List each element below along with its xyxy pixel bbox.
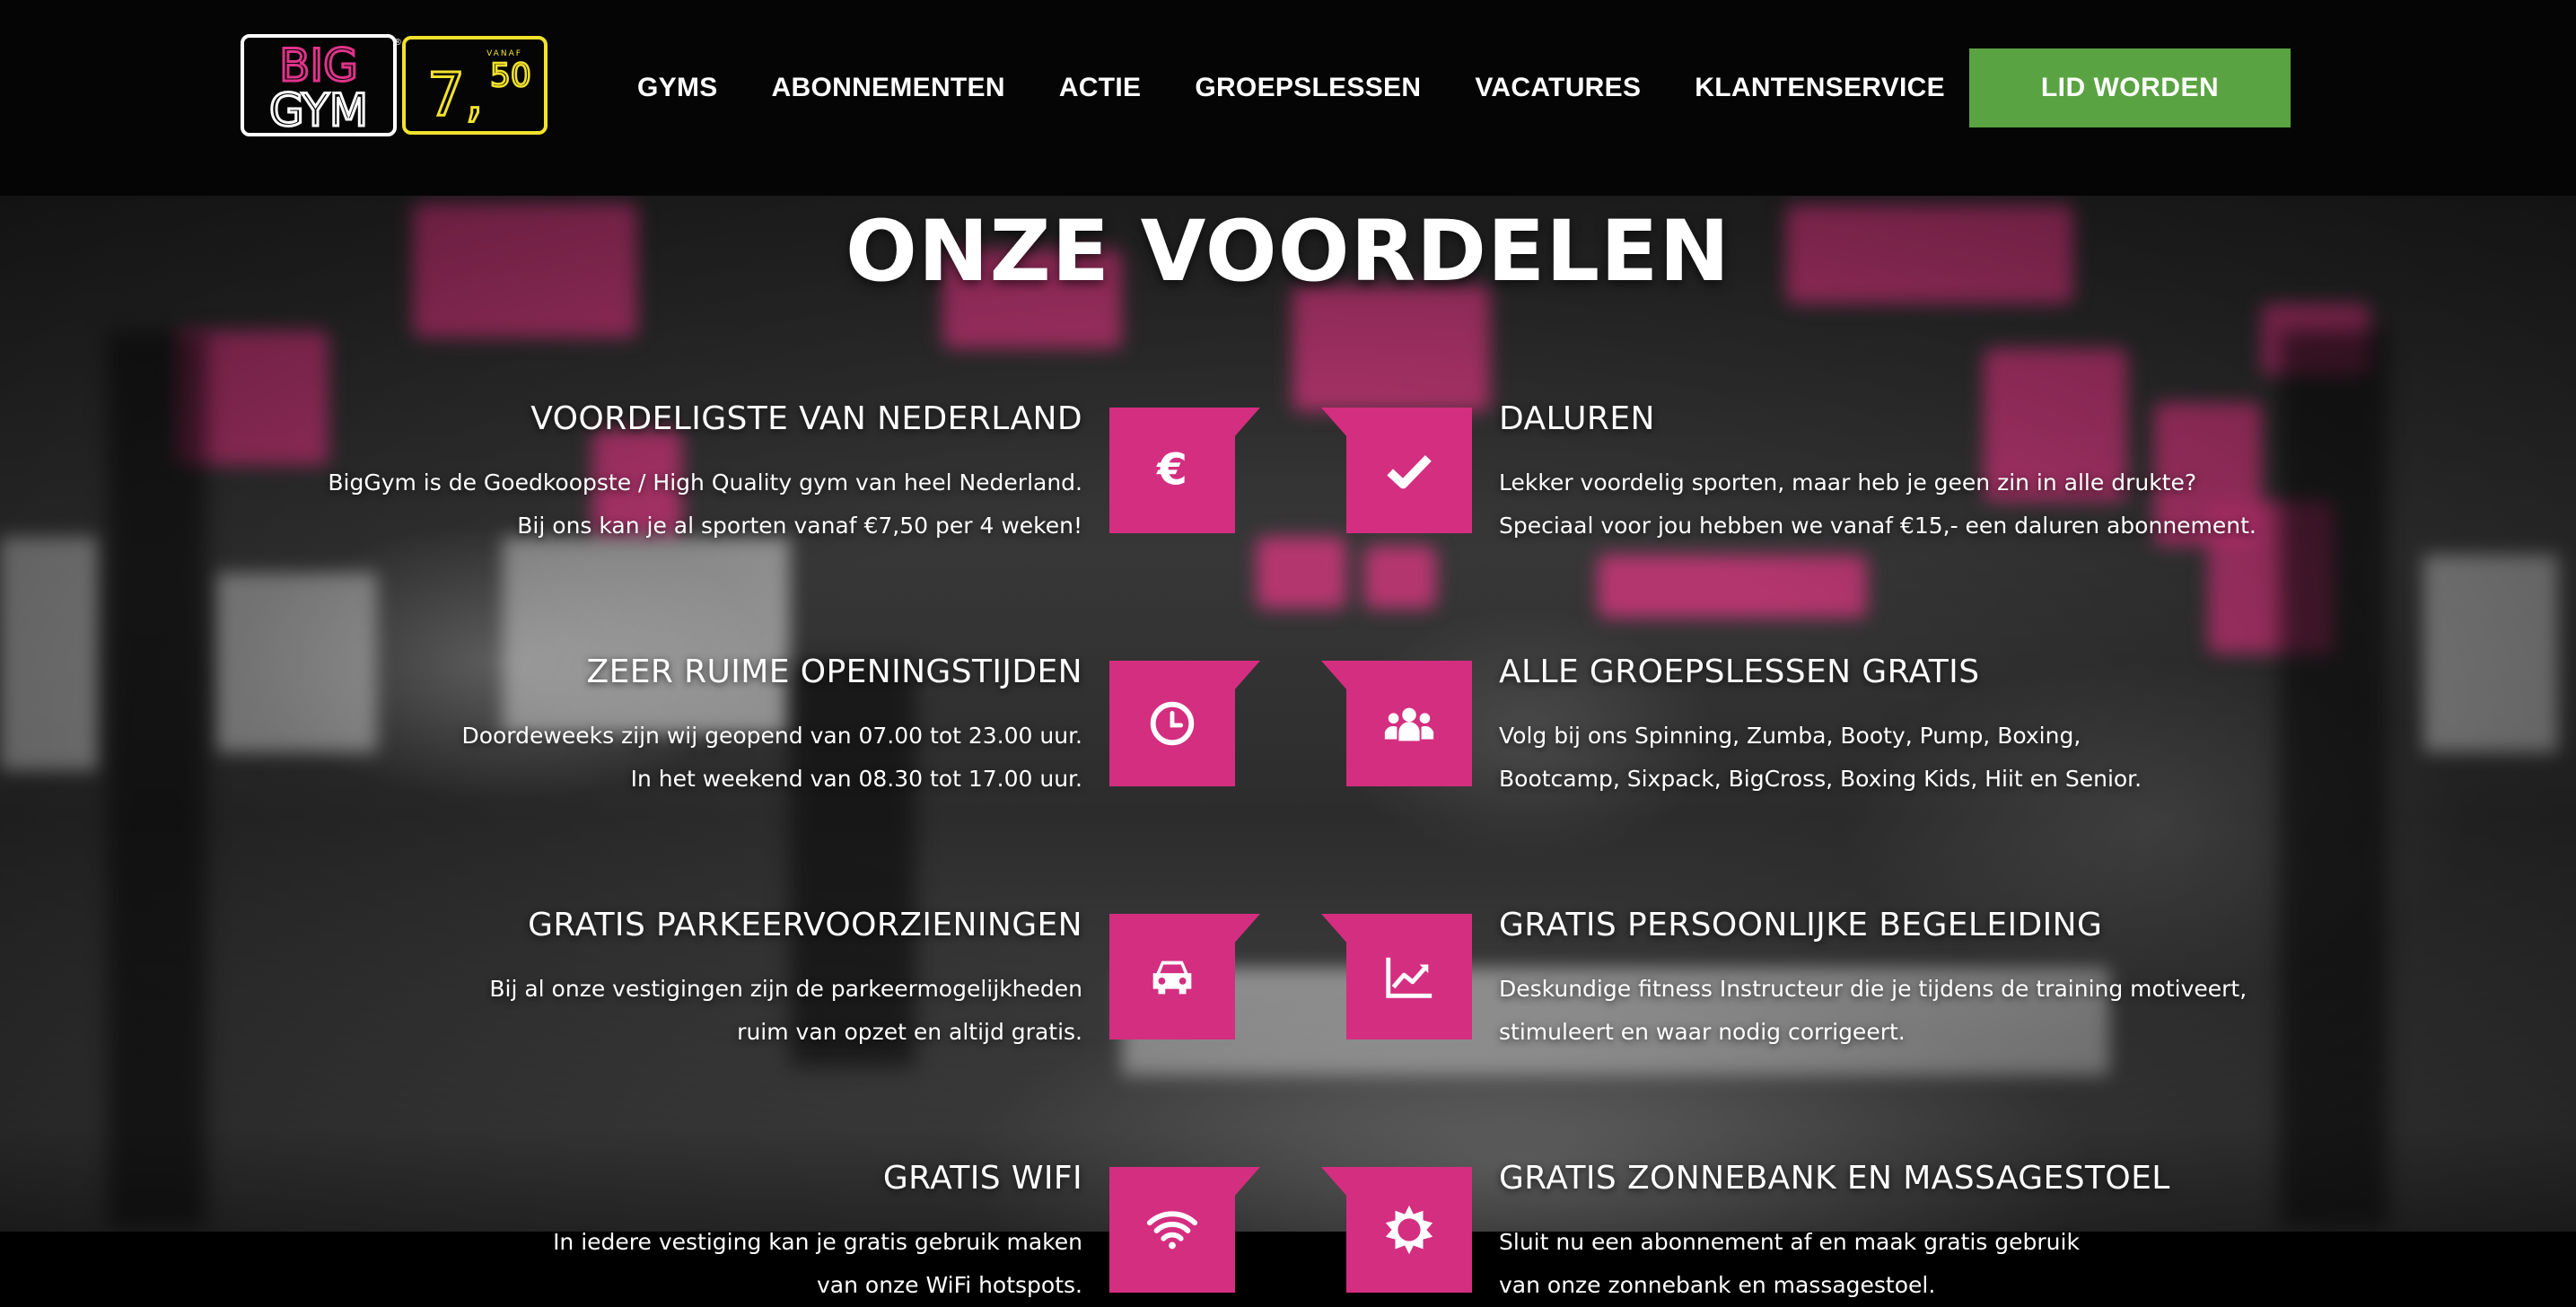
euro-icon: €	[1156, 445, 1187, 496]
feature-text-line-1: BigGym is de Goedkoopste / High Quality …	[328, 469, 1082, 496]
svg-text:7,: 7,	[427, 60, 484, 129]
feature-voordeligste: VOORDELIGSTE VAN NEDERLAND BigGym is de …	[203, 400, 1082, 548]
wifi-icon-box	[1109, 1167, 1260, 1293]
feature-daluren: DALUREN Lekker voordelig sporten, maar h…	[1499, 400, 2379, 548]
feature-text-line-2: stimuleert en waar nodig corrigeert.	[1499, 1019, 1906, 1045]
feature-parkeren: GRATIS PARKEERVOORZIENINGEN Bij al onze …	[203, 907, 1082, 1054]
svg-text:GYM: GYM	[269, 84, 368, 136]
wifi-icon	[1146, 1211, 1198, 1250]
feature-text-line-1: Deskundige fitness Instructeur die je ti…	[1499, 976, 2247, 1002]
feature-title: VOORDELIGSTE VAN NEDERLAND	[530, 400, 1082, 437]
nav-link-vacatures[interactable]: VACATURES	[1475, 65, 1641, 111]
feature-begeleiding: GRATIS PERSOONLIJKE BEGELEIDING Deskundi…	[1499, 907, 2379, 1054]
feature-title: GRATIS WIFI	[882, 1160, 1082, 1197]
feature-text-line-2: Bootcamp, Sixpack, BigCross, Boxing Kids…	[1499, 766, 2142, 792]
car-icon-box	[1109, 914, 1260, 1039]
clock-icon-box	[1109, 661, 1260, 786]
feature-wifi: GRATIS WIFI In iedere vestiging kan je g…	[203, 1160, 1082, 1307]
lid-worden-button[interactable]: LID WORDEN	[1969, 48, 2291, 127]
feature-text-line-1: Bij al onze vestigingen zijn de parkeerm…	[489, 976, 1082, 1002]
feature-title: ZEER RUIME OPENINGSTIJDEN	[586, 654, 1082, 690]
feature-text-line-1: Volg bij ons Spinning, Zumba, Booty, Pum…	[1499, 723, 2081, 749]
chart-icon	[1386, 957, 1433, 998]
car-icon	[1152, 961, 1192, 995]
feature-text-line-2: ruim van opzet en altijd gratis.	[737, 1019, 1082, 1045]
section-title: ONZE VOORDELEN	[846, 203, 1730, 301]
feature-text-line-2: Speciaal voor jou hebben we vanaf €15,- …	[1499, 513, 2256, 539]
chart-icon-box	[1321, 914, 1472, 1039]
main-nav: GYMS ABONNEMENTEN ACTIE GROEPSLESSEN VAC…	[637, 65, 1999, 111]
feature-title: ALLE GROEPSLESSEN GRATIS	[1499, 654, 1980, 690]
feature-text-line-1: Lekker voordelig sporten, maar heb je ge…	[1499, 469, 2197, 496]
euro-icon-box: €	[1109, 408, 1260, 533]
svg-text:50: 50	[490, 57, 531, 94]
svg-text:®: ®	[393, 38, 402, 48]
feature-text-line-2: In het weekend van 08.30 tot 17.00 uur.	[630, 766, 1082, 792]
nav-link-abonnementen[interactable]: ABONNEMENTEN	[772, 65, 1005, 111]
svg-text:€: €	[1156, 445, 1187, 496]
group-icon	[1384, 707, 1434, 741]
checkmark-icon	[1387, 455, 1432, 489]
sun-icon	[1385, 1205, 1433, 1255]
nav-link-groepslessen[interactable]: GROEPSLESSEN	[1195, 65, 1421, 111]
site-header: BIG GYM ® VANAF 7, 50 GYMS ABONNEMENTEN …	[0, 0, 2576, 196]
group-icon-box	[1321, 661, 1472, 786]
feature-text-line-2: van onze WiFi hotspots.	[817, 1272, 1082, 1298]
clock-icon	[1150, 701, 1195, 746]
feature-text-line-1: Doordeweeks zijn wij geopend van 07.00 t…	[461, 723, 1082, 749]
feature-title: GRATIS PARKEERVOORZIENINGEN	[528, 907, 1082, 943]
feature-title: GRATIS PERSOONLIJKE BEGELEIDING	[1499, 907, 2103, 943]
feature-title: GRATIS ZONNEBANK EN MASSAGESTOEL	[1499, 1160, 2170, 1197]
nav-link-actie[interactable]: ACTIE	[1059, 65, 1142, 111]
sun-icon-box	[1321, 1167, 1472, 1293]
checkmark-icon-box	[1321, 408, 1472, 533]
biggym-logo[interactable]: BIG GYM ® VANAF 7, 50	[239, 32, 549, 138]
feature-title: DALUREN	[1499, 400, 1655, 437]
feature-text-line-2: Bij ons kan je al sporten vanaf €7,50 pe…	[517, 513, 1082, 539]
feature-zonnebank: GRATIS ZONNEBANK EN MASSAGESTOEL Sluit n…	[1499, 1160, 2379, 1307]
feature-text-line-1: In iedere vestiging kan je gratis gebrui…	[553, 1229, 1082, 1255]
feature-openingstijden: ZEER RUIME OPENINGSTIJDEN Doordeweeks zi…	[203, 654, 1082, 801]
nav-link-gyms[interactable]: GYMS	[637, 65, 718, 111]
feature-groepslessen: ALLE GROEPSLESSEN GRATIS Volg bij ons Sp…	[1499, 654, 2379, 801]
feature-text-line-2: van onze zonnebank en massagestoel.	[1499, 1272, 1936, 1298]
feature-text-line-1: Sluit nu een abonnement af en maak grati…	[1499, 1229, 2080, 1255]
nav-link-klantenservice[interactable]: KLANTENSERVICE	[1695, 65, 1945, 111]
